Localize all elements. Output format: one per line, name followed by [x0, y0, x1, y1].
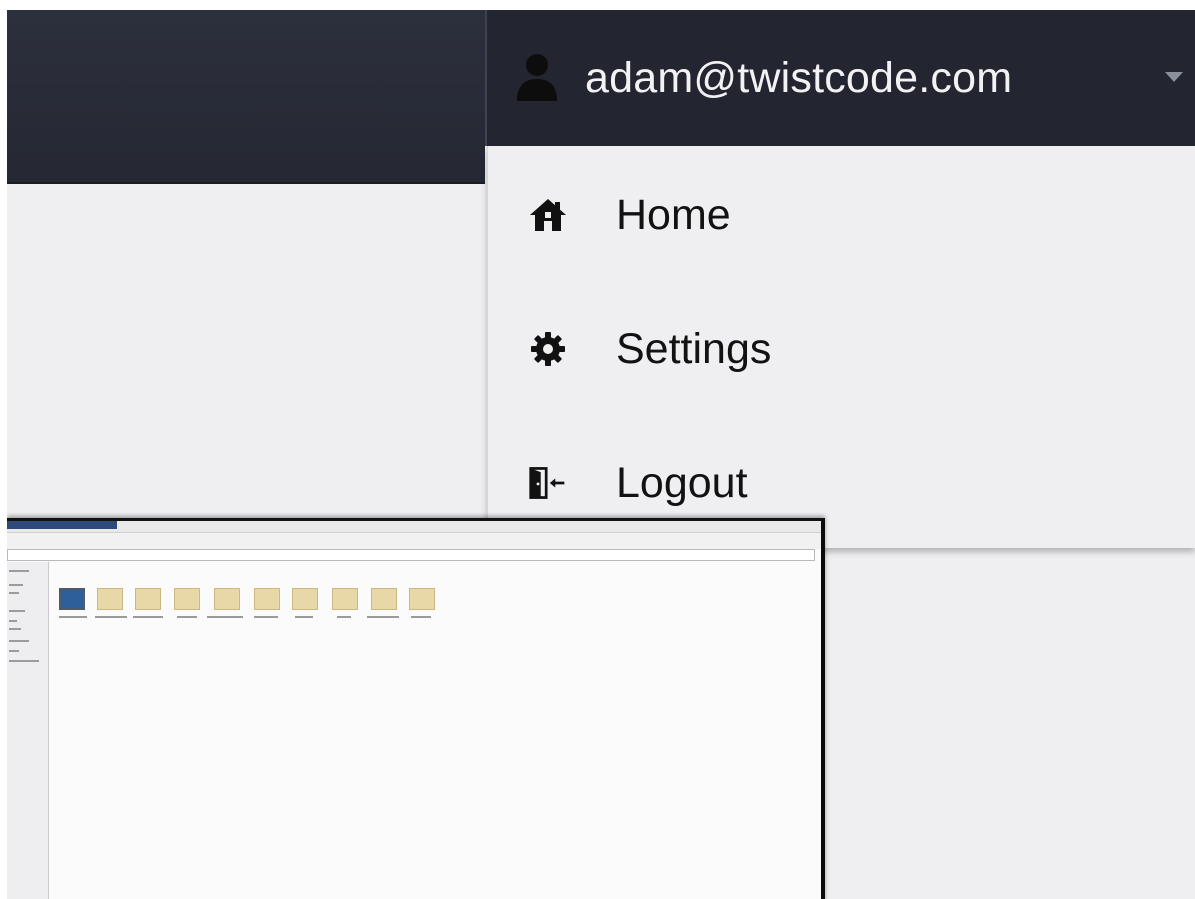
menu-item-home-label: Home: [616, 190, 731, 239]
folder-icon: [254, 588, 280, 610]
menu-item-home[interactable]: Home: [488, 160, 1195, 270]
user-email: adam@twistcode.com: [585, 53, 1013, 102]
folder-icon: [214, 588, 240, 610]
folder-icon: [174, 588, 200, 610]
file-browser-screenshot: [7, 518, 825, 899]
logout-icon: [528, 463, 568, 503]
thumbnail-address-bar: [7, 549, 815, 561]
folder-icon: [409, 588, 435, 610]
folder-icon: [292, 588, 318, 610]
menu-item-settings-label: Settings: [616, 324, 772, 373]
thumbnail-tab: [7, 521, 117, 529]
folder-icon: [97, 588, 123, 610]
home-icon: [528, 195, 568, 235]
user-icon: [515, 53, 559, 103]
menu-item-logout-label: Logout: [616, 458, 748, 507]
folder-icon: [135, 588, 161, 610]
menu-item-settings[interactable]: Settings: [488, 294, 1195, 404]
folder-icon: [371, 588, 397, 610]
gear-icon: [528, 329, 568, 369]
thumbnail-titlebar: [7, 521, 821, 533]
folder-icon: [332, 588, 358, 610]
app-window: adam@twistcode.com Home Settings Logout: [7, 10, 1195, 899]
caret-down-icon: [1165, 72, 1183, 82]
thumbnail-sidebar: [7, 562, 49, 899]
thumbnail-toolbar: [7, 533, 821, 549]
monitor-icon: [59, 588, 85, 610]
top-navbar: [7, 10, 485, 184]
user-dropdown-menu: Home Settings Logout: [487, 146, 1195, 548]
user-menu-toggle[interactable]: adam@twistcode.com: [485, 10, 1195, 146]
